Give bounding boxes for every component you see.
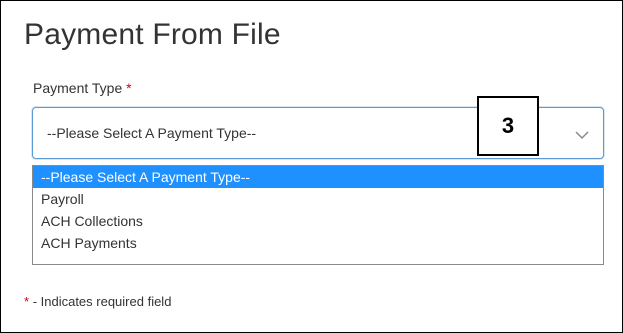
payment-type-label: Payment Type *: [33, 80, 132, 96]
page-title: Payment From File: [24, 18, 281, 51]
step-number-badge: 3: [477, 96, 539, 156]
chevron-down-icon[interactable]: [575, 128, 589, 142]
dropdown-option-ach-collections[interactable]: ACH Collections: [33, 210, 603, 232]
dropdown-option-placeholder[interactable]: --Please Select A Payment Type--: [33, 166, 603, 188]
dropdown-option-payroll[interactable]: Payroll: [33, 188, 603, 210]
required-note-marker: *: [24, 294, 30, 309]
required-note-text: - Indicates required field: [32, 294, 172, 309]
required-marker: *: [126, 80, 132, 96]
payment-type-dropdown-list: --Please Select A Payment Type-- Payroll…: [32, 165, 604, 265]
payment-type-label-text: Payment Type: [33, 80, 123, 96]
payment-type-select-value: --Please Select A Payment Type--: [47, 125, 257, 141]
dropdown-option-ach-payments[interactable]: ACH Payments: [33, 232, 603, 254]
required-field-note: * - Indicates required field: [24, 294, 171, 309]
